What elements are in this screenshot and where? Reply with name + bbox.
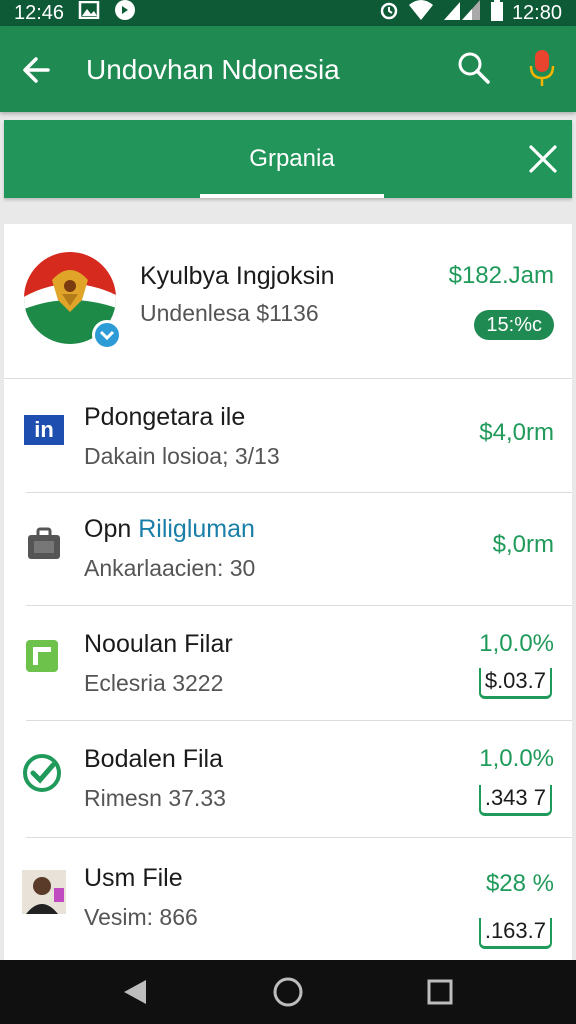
item-title: Bodalen Fila: [84, 745, 223, 773]
chat-notification-icon: [114, 0, 136, 27]
back-button[interactable]: [18, 50, 58, 90]
status-bar: 12:46 12:80: [0, 0, 576, 26]
tab-indicator: [200, 194, 384, 198]
alarm-icon: [378, 0, 400, 27]
search-icon: [458, 52, 490, 84]
header-amount: $182.Jam: [448, 262, 554, 289]
tab-bar: Grpania: [4, 120, 572, 198]
check-badge-icon: [22, 753, 62, 793]
item-amount: 1,0.0%: [479, 745, 554, 772]
sheet-icon: [24, 638, 60, 674]
triangle-back-icon: [124, 980, 146, 1004]
list-item[interactable]: Nooulan Filar Eclesria 3222 1,0.0% $.03.…: [4, 606, 572, 720]
wifi-icon: [408, 0, 434, 27]
system-nav-bar: [0, 960, 576, 1024]
nav-back-button[interactable]: [120, 976, 152, 1008]
header-subtitle: Undenlesa $1136: [140, 300, 319, 326]
verified-badge: [92, 320, 122, 350]
arrow-left-icon: [23, 57, 50, 83]
item-amount-secondary: .343 7: [478, 785, 552, 816]
briefcase-icon: [26, 525, 62, 561]
person-photo-icon: [22, 870, 66, 914]
item-title: Pdongetara ile: [84, 403, 246, 431]
list-item[interactable]: Bodalen Fila Rimesn 37.33 1,0.0% .343 7: [4, 721, 572, 837]
transaction-list: Kyulbya Ingjoksin Undenlesa $1136 $182.J…: [4, 224, 572, 964]
item-title: Nooulan Filar: [84, 630, 233, 658]
list-item[interactable]: in Pdongetara ile Dakain losioa; 3/13 $4…: [4, 379, 572, 492]
voice-search-button[interactable]: [526, 48, 558, 90]
header-badge: 15:%c: [474, 310, 554, 340]
image-notification-icon: [78, 0, 100, 25]
item-subtitle: Rimesn 37.33: [84, 785, 226, 811]
app-title: Undovhan Ndonesia: [86, 54, 340, 85]
square-recents-icon: [427, 979, 453, 1005]
status-time-left: 12:46: [14, 1, 65, 24]
status-time-right: 12:80: [511, 1, 562, 24]
item-subtitle: Ankarlaacien: 30: [84, 555, 256, 581]
nav-recents-button[interactable]: [424, 976, 456, 1008]
item-title: Usm File: [84, 864, 183, 892]
microphone-icon: [529, 50, 555, 86]
list-item-header[interactable]: Kyulbya Ingjoksin Undenlesa $1136 $182.J…: [4, 224, 572, 378]
list-item[interactable]: Opn Riligluman Ankarlaacien: 30 $,0rm: [4, 493, 572, 605]
item-subtitle: Vesim: 866: [84, 904, 198, 930]
app-bar: Undovhan Ndonesia: [0, 26, 576, 112]
flag-emblem-avatar: [22, 250, 122, 350]
item-subtitle: Dakain losioa; 3/13: [84, 443, 280, 469]
list-item[interactable]: Usm File Vesim: 866 $28 % .163.7: [4, 838, 572, 964]
close-button[interactable]: [524, 140, 562, 178]
item-amount-secondary: $.03.7: [478, 668, 552, 699]
item-title-part-2: Riligluman: [138, 515, 255, 543]
circle-home-icon: [273, 977, 303, 1007]
tab-active[interactable]: Grpania: [200, 120, 384, 198]
item-amount: 1,0.0%: [479, 630, 554, 657]
linkedin-icon: in: [24, 415, 64, 445]
signal-icon: [442, 0, 482, 27]
battery-icon: [490, 0, 504, 27]
header-title: Kyulbya Ingjoksin: [140, 262, 335, 290]
search-button[interactable]: [456, 50, 492, 86]
nav-home-button[interactable]: [272, 976, 304, 1008]
item-subtitle: Eclesria 3222: [84, 670, 224, 696]
item-title: Opn Riligluman: [84, 515, 255, 544]
item-title-part-1: Opn: [84, 515, 132, 543]
item-amount: $4,0rm: [479, 419, 554, 446]
close-icon: [529, 145, 557, 173]
chevron-down-icon: [99, 330, 115, 341]
item-amount: $,0rm: [492, 531, 554, 558]
item-amount: $28 %: [485, 870, 554, 897]
item-amount-secondary: .163.7: [478, 918, 552, 949]
